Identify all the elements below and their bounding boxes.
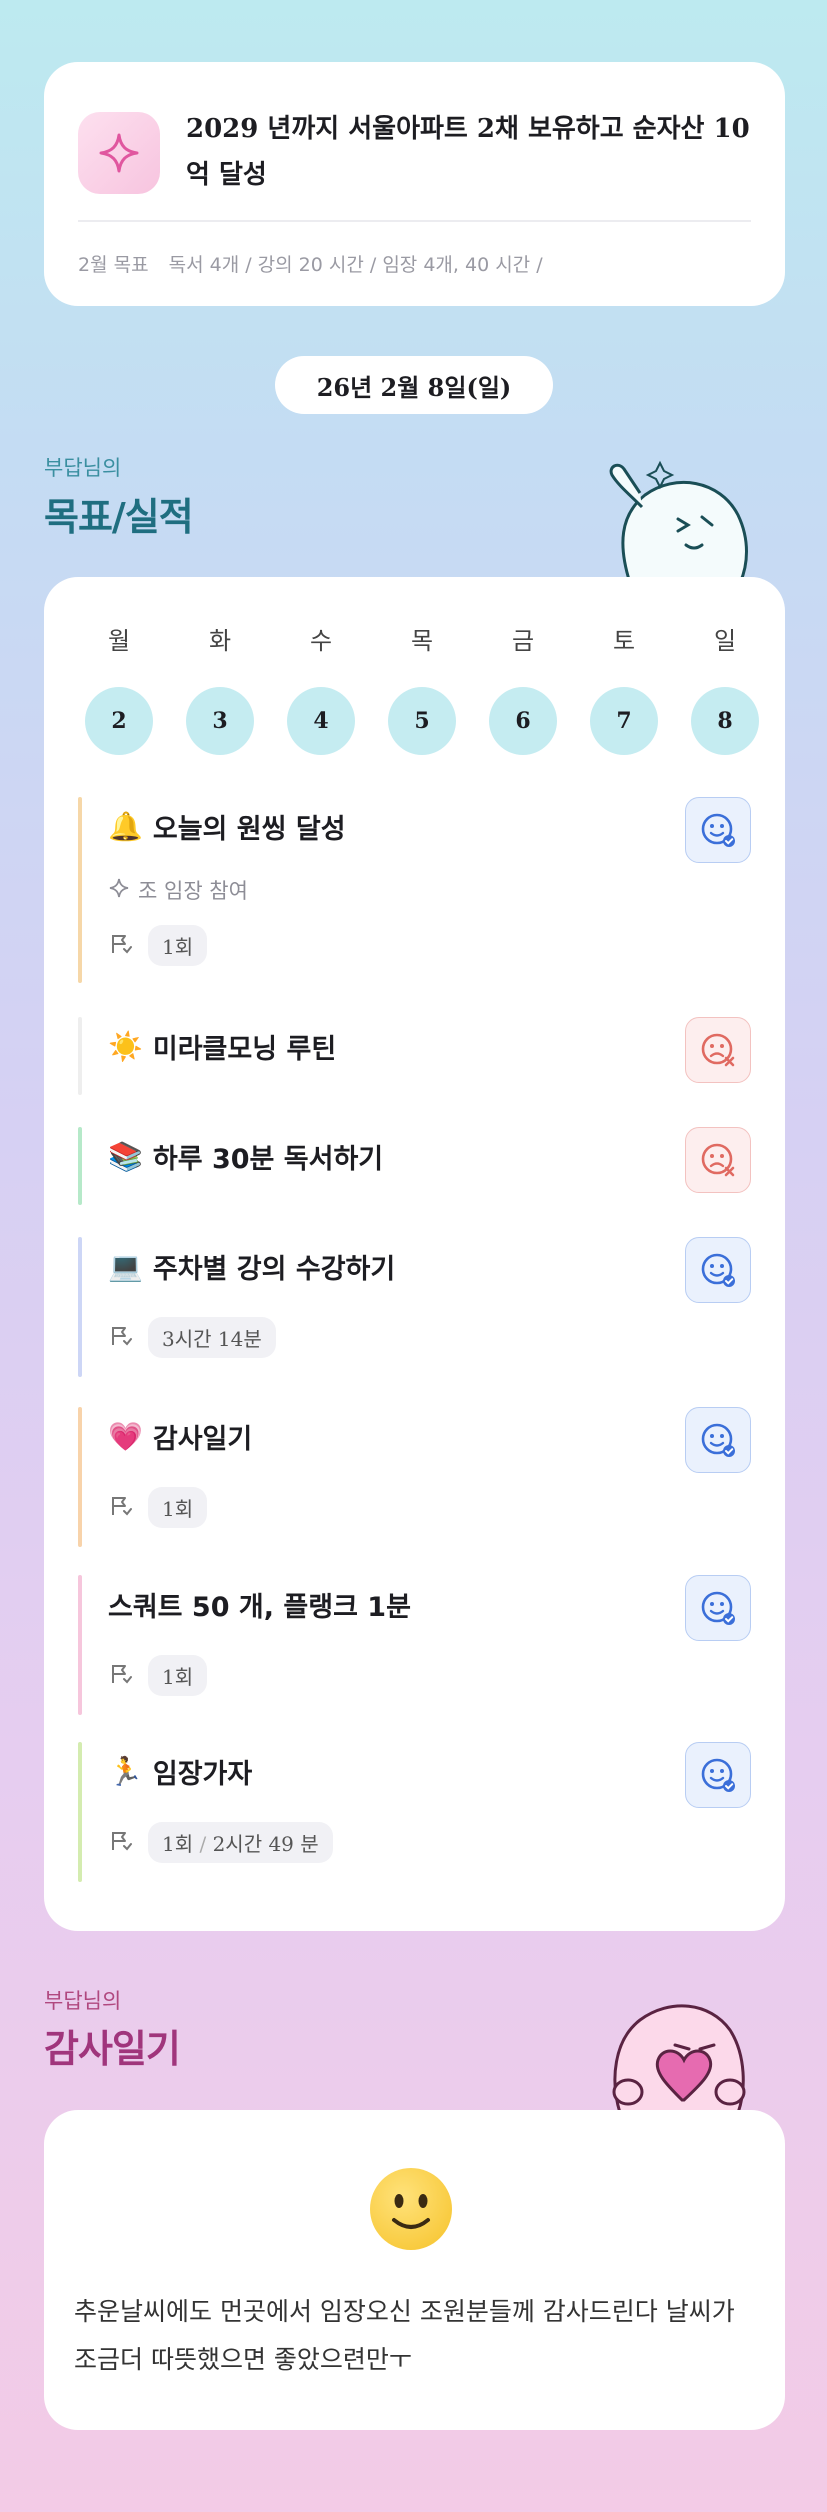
section-goals-title: 목표/실적 <box>44 495 194 539</box>
flag-check-icon <box>108 931 134 961</box>
gratitude-text: 추운날씨에도 먼곳에서 임장오신 조원분들께 감사드린다 날씨가 조금더 따뜻했… <box>74 2297 735 2374</box>
habit-record: 1회 / 2시간 49 분 <box>108 1822 333 1863</box>
habit-color-bar <box>78 1575 82 1715</box>
habit-item[interactable]: 스쿼트 50 개, 플랭크 1분 1회 <box>78 1575 751 1715</box>
goal-title: 2029 년까지 서울아파트 2채 보유하고 순자산 10억 달성 <box>186 114 750 190</box>
mood-check-icon[interactable] <box>685 1407 751 1473</box>
habit-title-text: 미라클모닝 루틴 <box>152 1034 337 1065</box>
flag-check-icon <box>108 1493 134 1523</box>
date-circle[interactable]: 3 <box>186 687 254 755</box>
flag-check-icon <box>108 1828 134 1858</box>
habit-title-text: 감사일기 <box>152 1424 253 1455</box>
record-value: 1회 <box>162 1832 194 1856</box>
weekday-label: 토 <box>612 627 636 655</box>
habit-color-bar <box>78 1742 82 1882</box>
mood-check-icon[interactable] <box>685 1742 751 1808</box>
date-circle[interactable]: 4 <box>287 687 355 755</box>
habit-color-bar <box>78 797 82 983</box>
habit-item[interactable]: 🔔 오늘의 원씽 달성조 임장 참여 1회 <box>78 797 751 983</box>
habit-title: ☀️ 미라클모닝 루틴 <box>108 1027 336 1066</box>
weekday-label: 수 <box>309 627 333 655</box>
habit-title: 📚 하루 30분 독서하기 <box>108 1137 383 1176</box>
date-circle[interactable]: 2 <box>85 687 153 755</box>
record-pill: 1회 <box>148 1487 208 1528</box>
record-value: 1회 <box>162 935 194 959</box>
habit-emoji-icon: 💻 <box>108 1250 143 1283</box>
gratitude-card[interactable]: 추운날씨에도 먼곳에서 임장오신 조원분들께 감사드린다 날씨가 조금더 따뜻했… <box>44 2110 785 2430</box>
date-circle[interactable]: 5 <box>388 687 456 755</box>
record-separator: / <box>193 1832 213 1856</box>
habit-emoji-icon: 🏃 <box>108 1755 143 1788</box>
habit-color-bar <box>78 1237 82 1377</box>
habit-record: 1회 <box>108 1487 208 1528</box>
mascot-waving-icon <box>609 460 748 585</box>
habit-item[interactable]: ☀️ 미라클모닝 루틴 <box>78 1017 751 1095</box>
record-pill: 3시간 14분 <box>148 1317 276 1358</box>
habit-record: 1회 <box>108 925 208 966</box>
goal-card[interactable]: 2029 년까지 서울아파트 2채 보유하고 순자산 10억 달성 2월 목표 … <box>44 62 785 306</box>
record-value: 2시간 49 분 <box>212 1832 319 1856</box>
mood-fail-icon[interactable] <box>685 1127 751 1193</box>
date-circle[interactable]: 6 <box>489 687 557 755</box>
habit-color-bar <box>78 1017 82 1095</box>
habit-title-text: 하루 30분 독서하기 <box>152 1144 384 1175</box>
record-pill: 1회 / 2시간 49 분 <box>148 1822 333 1863</box>
divider <box>78 220 751 222</box>
section-thanks-sub: 부답님의 <box>44 1989 122 2013</box>
record-value: 1회 <box>162 1497 194 1521</box>
date-circle[interactable]: 8 <box>691 687 759 755</box>
goals-card: 월 화 수 목 금 토 일 2 3 4 5 6 7 8 🔔 오늘의 원씽 달성조 … <box>44 577 785 1931</box>
habit-item[interactable]: 🏃 임장가자 1회 / 2시간 49 분 <box>78 1742 751 1882</box>
flag-check-icon <box>108 1661 134 1691</box>
habit-item[interactable]: 📚 하루 30분 독서하기 <box>78 1127 751 1205</box>
flag-check-icon <box>108 1323 134 1353</box>
monthly-goal-text: 독서 4개 / 강의 20 시간 / 임장 4개, 40 시간 / <box>168 254 543 276</box>
record-value: 3시간 14분 <box>162 1327 262 1351</box>
habit-item[interactable]: 💻 주차별 강의 수강하기 3시간 14분 <box>78 1237 751 1377</box>
habit-title-text: 스쿼트 50 개, 플랭크 1분 <box>108 1592 411 1623</box>
weekday-label: 월 <box>107 627 131 655</box>
record-pill: 1회 <box>148 925 208 966</box>
habit-emoji-icon: 📚 <box>108 1140 143 1173</box>
section-thanks-title: 감사일기 <box>44 2027 181 2071</box>
weekday-label: 목 <box>410 627 434 655</box>
habit-subtitle-text: 조 임장 참여 <box>138 879 248 903</box>
record-value: 1회 <box>162 1665 194 1689</box>
date-pill[interactable]: 26년 2월 8일(일) <box>275 356 553 414</box>
habit-emoji-icon: 🔔 <box>108 810 143 843</box>
habit-title: 🏃 임장가자 <box>108 1752 252 1791</box>
habit-title: 💗 감사일기 <box>108 1417 252 1456</box>
habit-color-bar <box>78 1407 82 1547</box>
habit-emoji-icon: 💗 <box>108 1420 143 1453</box>
habit-record: 3시간 14분 <box>108 1317 276 1358</box>
date-circle[interactable]: 7 <box>590 687 658 755</box>
weekday-label: 일 <box>713 627 737 655</box>
record-pill: 1회 <box>148 1655 208 1696</box>
habit-title: 🔔 오늘의 원씽 달성 <box>108 807 346 846</box>
habit-title-text: 주차별 강의 수강하기 <box>152 1254 396 1285</box>
habit-item[interactable]: 💗 감사일기 1회 <box>78 1407 751 1547</box>
weekday-label: 금 <box>511 627 535 655</box>
sparkle-icon <box>78 112 160 194</box>
mood-check-icon[interactable] <box>685 1237 751 1303</box>
monthly-goal: 2월 목표 독서 4개 / 강의 20 시간 / 임장 4개, 40 시간 / <box>78 250 543 277</box>
habit-title-text: 임장가자 <box>152 1759 253 1790</box>
mood-check-icon[interactable] <box>685 1575 751 1641</box>
mood-fail-icon[interactable] <box>685 1017 751 1083</box>
habit-record: 1회 <box>108 1655 208 1696</box>
habit-emoji-icon: ☀️ <box>108 1030 143 1063</box>
sparkle-icon <box>108 877 130 904</box>
habit-color-bar <box>78 1127 82 1205</box>
mascot-heart-icon <box>612 2004 746 2115</box>
weekday-row: 월 화 수 목 금 토 일 <box>44 621 785 661</box>
slightly-smiling-face-icon <box>370 2168 452 2250</box>
section-goals-sub: 부답님의 <box>44 456 122 480</box>
habit-subtitle: 조 임장 참여 <box>108 875 248 905</box>
monthly-goal-label: 2월 목표 <box>78 254 149 276</box>
habit-title: 스쿼트 50 개, 플랭크 1분 <box>108 1585 411 1624</box>
weekday-label: 화 <box>208 627 232 655</box>
habit-title-text: 오늘의 원씽 달성 <box>152 814 346 845</box>
habit-title: 💻 주차별 강의 수강하기 <box>108 1247 395 1286</box>
mood-check-icon[interactable] <box>685 797 751 863</box>
